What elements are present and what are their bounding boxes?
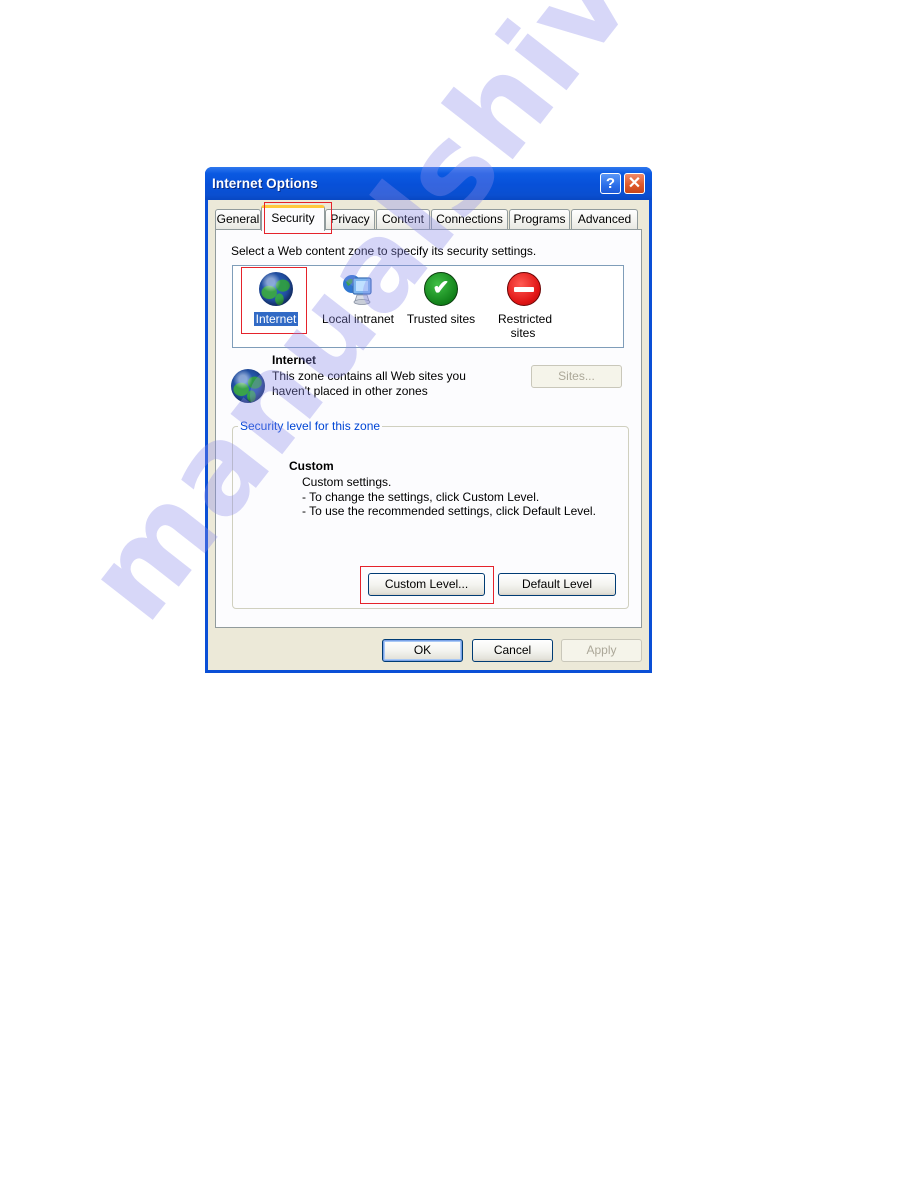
apply-button[interactable]: Apply xyxy=(561,639,642,662)
zone-label: Trusted sites xyxy=(406,312,476,326)
dialog-client-area: General Security Privacy Content Connect… xyxy=(208,200,649,670)
zone-label: Local intranet xyxy=(321,312,395,326)
default-level-button[interactable]: Default Level xyxy=(498,573,616,596)
security-level-group-title: Security level for this zone xyxy=(238,419,383,433)
close-icon: ✕ xyxy=(627,175,642,192)
intranet-computer-icon xyxy=(341,272,375,306)
tab-general[interactable]: General xyxy=(215,209,261,229)
tab-privacy[interactable]: Privacy xyxy=(325,209,375,229)
tab-programs[interactable]: Programs xyxy=(509,209,570,229)
zone-label: Internet xyxy=(253,312,299,326)
tab-connections[interactable]: Connections xyxy=(431,209,508,229)
cancel-button[interactable]: Cancel xyxy=(472,639,553,662)
sites-button[interactable]: Sites... xyxy=(531,365,622,388)
tab-security[interactable]: Security xyxy=(261,205,325,231)
close-button[interactable]: ✕ xyxy=(624,173,645,194)
ok-button[interactable]: OK xyxy=(382,639,463,662)
zone-list: Internet Local intranet ✔ Trusted sites … xyxy=(232,265,624,348)
custom-level-button[interactable]: Custom Level... xyxy=(368,573,485,596)
title-bar[interactable]: Internet Options ? ✕ xyxy=(205,167,652,200)
security-level-description: Custom settings. - To change the setting… xyxy=(302,475,596,518)
globe-icon xyxy=(259,272,293,306)
internet-options-dialog: Internet Options ? ✕ General Security Pr… xyxy=(205,167,652,673)
globe-icon xyxy=(231,369,265,403)
security-tab-panel: Select a Web content zone to specify its… xyxy=(215,229,642,628)
tab-advanced[interactable]: Advanced xyxy=(571,209,638,229)
selected-zone-name: Internet xyxy=(272,353,317,367)
tab-content[interactable]: Content xyxy=(376,209,430,229)
zone-label: Restricted sites xyxy=(497,312,553,340)
selected-zone-description: This zone contains all Web sites you hav… xyxy=(272,369,466,398)
security-level-name: Custom xyxy=(289,459,334,473)
green-checkmark-icon: ✔ xyxy=(424,272,458,306)
security-level-group: Security level for this zone Custom Cust… xyxy=(232,419,629,609)
help-button[interactable]: ? xyxy=(600,173,621,194)
red-no-entry-icon xyxy=(507,272,541,306)
zone-instruction: Select a Web content zone to specify its… xyxy=(231,244,537,258)
question-mark-icon: ? xyxy=(605,175,616,192)
window-title: Internet Options xyxy=(212,176,318,191)
